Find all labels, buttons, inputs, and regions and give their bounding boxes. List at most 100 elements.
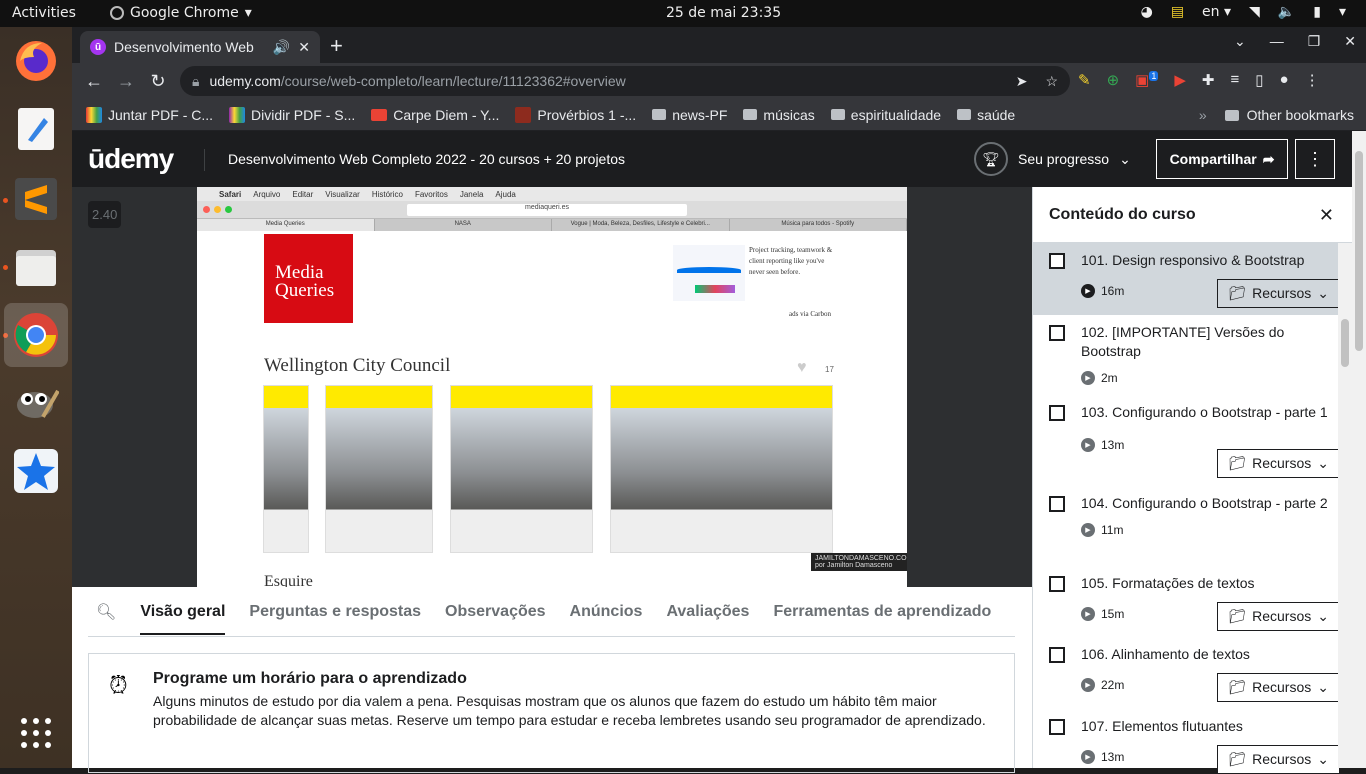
lock-icon[interactable]: 🔒︎ <box>192 73 199 90</box>
badge-extension-icon[interactable]: ▣ 1 <box>1135 71 1159 89</box>
lecture-checkbox[interactable] <box>1049 576 1065 592</box>
lecture-item[interactable]: 106. Alinhamento de textos ▶ 22m 📁︎ Recurs… <box>1033 637 1352 709</box>
more-options-button[interactable]: ⋮ <box>1295 139 1335 179</box>
course-title[interactable]: Desenvolvimento Web Completo 2022 - 20 c… <box>228 151 625 167</box>
forward-button[interactable]: → <box>110 71 142 92</box>
new-tab-button[interactable]: + <box>330 33 343 59</box>
bookmark-item[interactable]: Provérbios 1 -... <box>515 106 636 123</box>
bookmark-folder[interactable]: músicas <box>743 107 815 123</box>
sublime-text-icon[interactable] <box>10 173 62 225</box>
share-button[interactable]: Compartilhar ➦ <box>1156 139 1288 179</box>
tab-announcements[interactable]: Anúncios <box>570 603 643 621</box>
firefox-icon[interactable] <box>10 35 62 87</box>
resources-button[interactable]: 📁︎ Recursos ⌄ <box>1217 602 1340 631</box>
browser-tab[interactable]: ū Desenvolvimento Web 🔊 ✕ <box>80 31 320 63</box>
minimize-button[interactable]: — <box>1270 33 1284 50</box>
lecture-item[interactable]: 101. Design responsivo & Bootstrap ▶ 16m … <box>1033 243 1352 315</box>
lecture-checkbox[interactable] <box>1049 496 1065 512</box>
system-top-bar: Activities Google Chrome ▾ 25 de mai 23:3… <box>0 0 1366 27</box>
chrome-icon[interactable] <box>4 303 68 367</box>
resources-button[interactable]: 📁︎ Recursos ⌄ <box>1217 279 1340 308</box>
bookmark-item[interactable]: Carpe Diem - Y... <box>371 107 499 123</box>
lecture-duration: 22m <box>1101 677 1125 692</box>
mac-menu-item: Histórico <box>371 189 403 199</box>
tab-overview[interactable]: Visão geral <box>140 589 226 635</box>
bookmark-item[interactable]: Dividir PDF - S... <box>229 106 355 123</box>
system-tray[interactable]: ◕ ▤ en ▾ ◥ 🔈 ▮ ▾ <box>1141 4 1346 20</box>
clock[interactable]: 25 de mai 23:35 <box>666 5 781 21</box>
tab-qa[interactable]: Perguntas e respostas <box>249 603 421 621</box>
tab-search-icon[interactable]: ⌄ <box>1234 33 1246 50</box>
send-tab-icon[interactable]: ➤ <box>1016 73 1028 90</box>
video-frame[interactable]: Safari Arquivo Editar Visualizar Históri… <box>197 187 907 587</box>
close-icon[interactable]: ✕ <box>1319 205 1334 226</box>
maximize-button[interactable]: ❐ <box>1308 33 1321 50</box>
screenshot-tablet <box>325 385 433 553</box>
resources-button[interactable]: 📁︎ Recursos ⌄ <box>1217 745 1340 774</box>
video-player[interactable]: 2.40 Safari Arquivo Editar Visualizar Hi… <box>72 187 1032 587</box>
language-indicator[interactable]: en ▾ <box>1202 4 1231 20</box>
lecture-checkbox[interactable] <box>1049 647 1065 663</box>
page-scrollbar[interactable] <box>1352 131 1366 768</box>
media-control-icon[interactable]: ≡ <box>1230 71 1239 89</box>
extensions-puzzle-icon[interactable]: ✚ <box>1202 71 1215 89</box>
mac-menubar: Safari Arquivo Editar Visualizar Históri… <box>197 187 907 201</box>
bookmarks-bar: Juntar PDF - C... Dividir PDF - S... Car… <box>72 99 1366 131</box>
bookmark-folder[interactable]: news-PF <box>652 107 727 123</box>
app-menu[interactable]: Google Chrome ▾ <box>110 5 252 21</box>
close-window-button[interactable]: ✕ <box>1344 33 1356 50</box>
play-icon: ▶ <box>1081 750 1095 764</box>
address-bar[interactable]: 🔒︎ udemy.com/course/web-completo/learn/l… <box>180 66 1070 96</box>
sidebar-scroll-thumb[interactable] <box>1341 319 1349 367</box>
play-icon: ▶ <box>1081 371 1095 385</box>
lecture-checkbox[interactable] <box>1049 253 1065 269</box>
resources-button[interactable]: 📁︎ Recursos ⌄ <box>1217 673 1340 702</box>
lecture-item[interactable]: 104. Configurando o Bootstrap - parte 2 … <box>1033 486 1352 566</box>
bookmark-item[interactable]: Juntar PDF - C... <box>86 106 213 123</box>
bookmark-folder[interactable]: espiritualidade <box>830 107 941 123</box>
running-indicator <box>3 265 8 270</box>
course-header: ūdemy Desenvolvimento Web Completo 2022 … <box>72 131 1352 187</box>
show-applications-icon[interactable] <box>10 707 62 759</box>
lecture-item[interactable]: 103. Configurando o Bootstrap - parte 1 … <box>1033 395 1352 486</box>
udemy-logo[interactable]: ūdemy <box>88 143 174 175</box>
close-tab-icon[interactable]: ✕ <box>298 39 310 56</box>
app-store-icon[interactable] <box>10 445 62 497</box>
lecture-title: 107. Elementos flutuantes <box>1081 718 1243 734</box>
side-panel-icon[interactable]: ▯ <box>1255 71 1263 89</box>
page-scroll-thumb[interactable] <box>1355 151 1363 351</box>
tab-notes[interactable]: Observações <box>445 603 546 621</box>
highlighter-extension-icon[interactable]: ✎ <box>1078 71 1091 89</box>
files-icon[interactable] <box>10 241 62 293</box>
other-bookmarks[interactable]: » Other bookmarks <box>1199 107 1354 123</box>
bookmark-star-icon[interactable]: ☆ <box>1045 73 1058 90</box>
menu-kebab-icon[interactable]: ⋮ <box>1305 71 1320 89</box>
sidebar-scrollbar[interactable] <box>1338 243 1352 768</box>
overflow-chevron-icon[interactable]: » <box>1199 107 1207 123</box>
lecture-checkbox[interactable] <box>1049 405 1065 421</box>
tab-learning-tools[interactable]: Ferramentas de aprendizado <box>773 603 991 621</box>
lecture-item[interactable]: 102. [IMPORTANTE] Versões do Bootstrap ▶… <box>1033 315 1352 395</box>
lecture-duration: 11m <box>1101 522 1124 537</box>
plus-extension-icon[interactable]: ⊕ <box>1107 71 1120 89</box>
playback-speed[interactable]: 2.40 <box>88 201 122 228</box>
text-editor-icon[interactable] <box>10 103 62 155</box>
lecture-item[interactable]: 105. Formatações de textos ▶ 15m 📁︎ Recurs… <box>1033 566 1352 637</box>
lecture-item[interactable]: 107. Elementos flutuantes ▶ 13m 📁︎ Recurso… <box>1033 709 1352 774</box>
resources-button[interactable]: 📁︎ Recursos ⌄ <box>1217 449 1340 478</box>
back-button[interactable]: ← <box>78 71 110 92</box>
search-icon[interactable]: 🔍︎ <box>96 602 116 622</box>
progress-dropdown[interactable]: 🏆︎ Seu progresso ⌄ <box>974 142 1131 176</box>
audio-icon[interactable]: 🔊 <box>273 39 290 56</box>
tab-reviews[interactable]: Avaliações <box>666 603 749 621</box>
profile-avatar-icon[interactable]: ● <box>1280 71 1289 89</box>
reload-button[interactable]: ↻ <box>142 71 174 92</box>
bookmark-folder[interactable]: saúde <box>957 107 1015 123</box>
gimp-icon[interactable] <box>10 377 62 429</box>
activities-button[interactable]: Activities <box>12 5 76 21</box>
lecture-checkbox[interactable] <box>1049 719 1065 735</box>
lecture-checkbox[interactable] <box>1049 325 1065 341</box>
extensions-area: ✎ ⊕ ▣ 1 ▶ ✚ ≡ ▯ ● ⋮ <box>1078 71 1320 89</box>
youtube-extension-icon[interactable]: ▶ <box>1174 71 1186 89</box>
mac-tabs: Media Queries NASA Vogue | Moda, Beleza,… <box>197 219 907 231</box>
